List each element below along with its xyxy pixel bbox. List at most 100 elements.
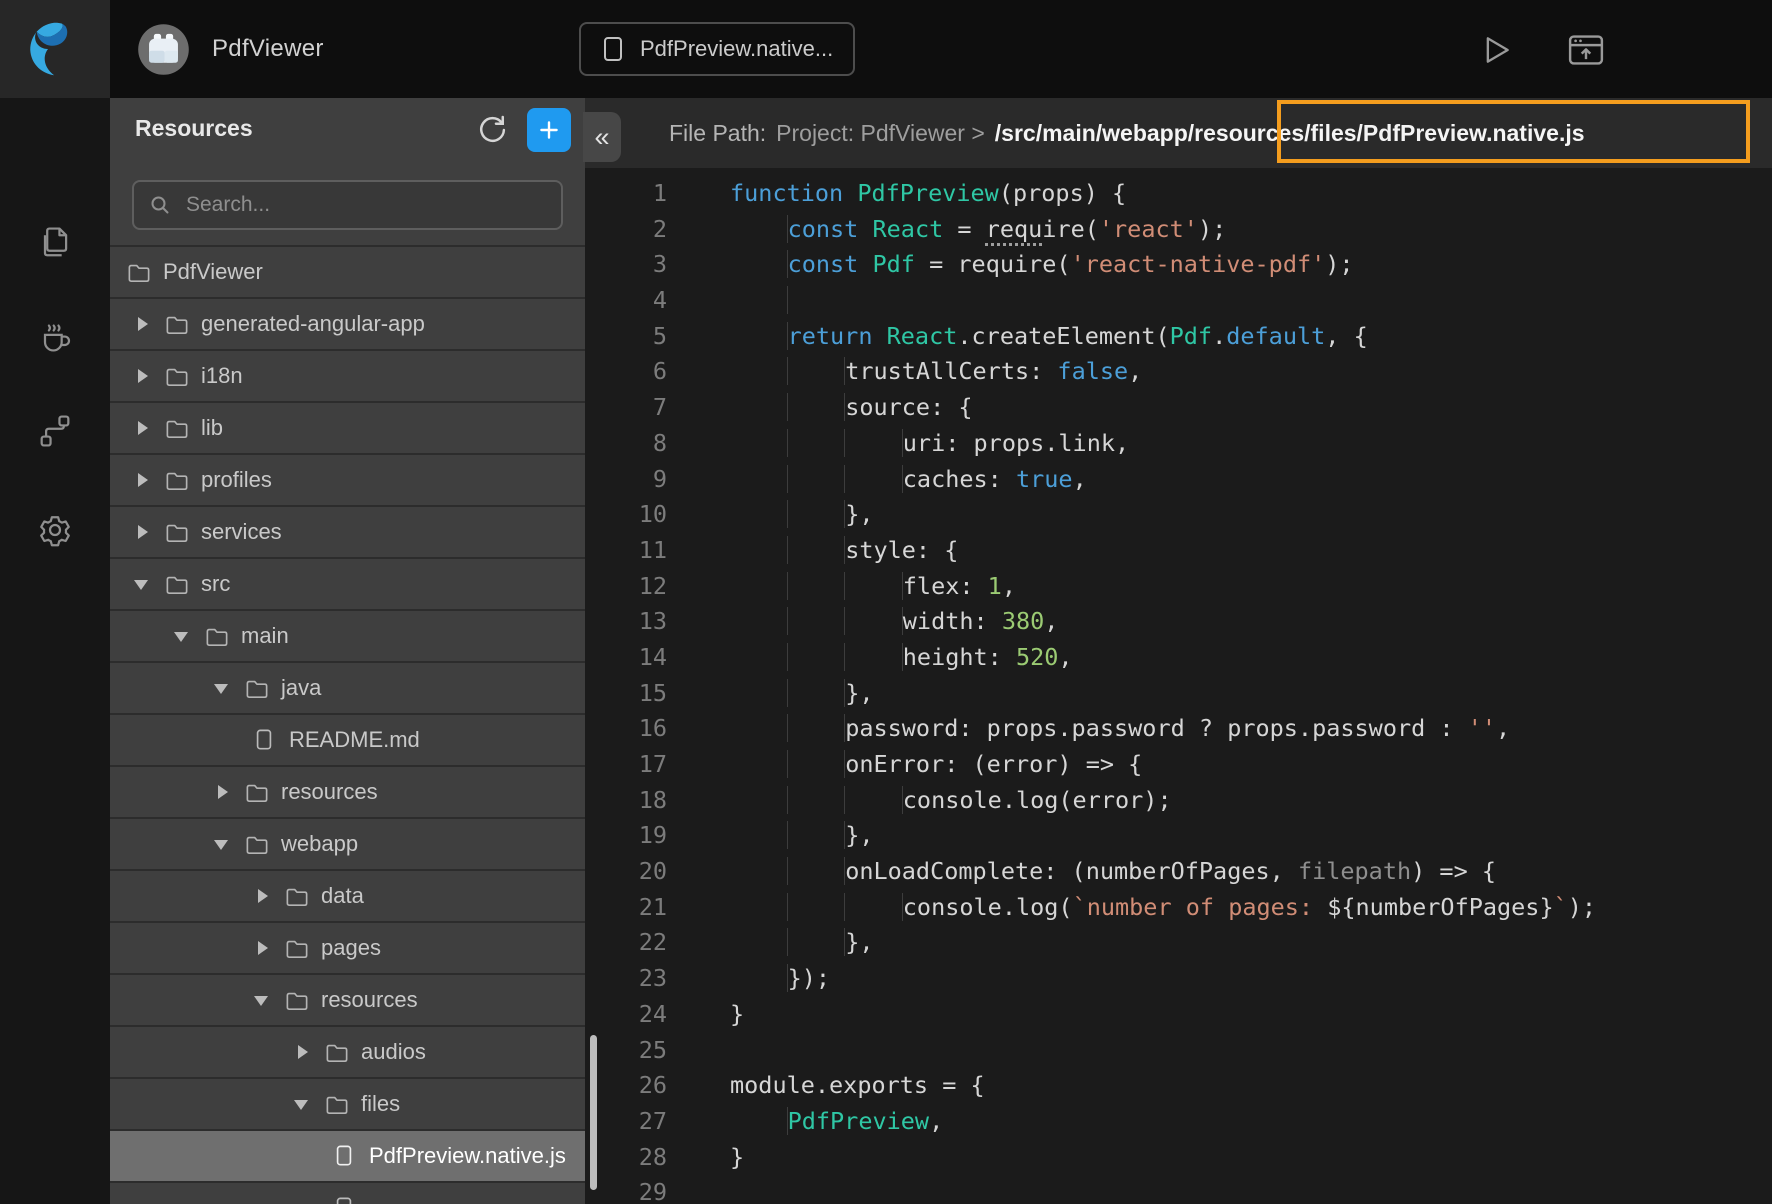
tree-item-label: README.md — [289, 727, 420, 753]
code-line[interactable]: 13 width: 380, — [585, 604, 1772, 640]
chevron-right-icon[interactable] — [133, 523, 151, 541]
code-line[interactable]: 17 onError: (error) => { — [585, 747, 1772, 783]
tree-item-resources[interactable]: resources — [110, 975, 585, 1027]
chevron-down-icon[interactable] — [293, 1095, 311, 1113]
code-line[interactable]: 7 source: { — [585, 390, 1772, 426]
chevron-right-icon[interactable] — [253, 939, 271, 957]
code-lines[interactable]: 1function PdfPreview(props) {2 const Rea… — [585, 168, 1772, 1204]
search-box — [132, 180, 563, 230]
line-number: 9 — [585, 462, 667, 498]
tree-item-pages[interactable]: pages — [110, 923, 585, 975]
chevron-right-icon[interactable] — [293, 1043, 311, 1061]
folder-icon — [285, 989, 309, 1011]
code-line[interactable]: 20 onLoadComplete: (numberOfPages, filep… — [585, 854, 1772, 890]
scrollbar-thumb[interactable] — [590, 1035, 597, 1190]
code-line[interactable]: 10 }, — [585, 497, 1772, 533]
refresh-button[interactable] — [473, 111, 511, 149]
tree-item-src[interactable]: src — [110, 559, 585, 611]
code-line[interactable]: 19 }, — [585, 818, 1772, 854]
chevron-double-left-icon: « — [594, 122, 609, 153]
tree-item-main[interactable]: main — [110, 611, 585, 663]
code-line[interactable]: 9 caches: true, — [585, 462, 1772, 498]
code-token: style: { — [845, 536, 958, 564]
tree-item-audios[interactable]: audios — [110, 1027, 585, 1079]
tree-item-generated-angular-app[interactable]: generated-angular-app — [110, 299, 585, 351]
wavemaker-logo[interactable] — [0, 0, 110, 98]
chevron-down-icon[interactable] — [213, 679, 231, 697]
tree-item-profiles[interactable]: profiles — [110, 455, 585, 507]
indent-guide — [788, 786, 846, 814]
code-line[interactable]: 3 const Pdf = require('react-native-pdf'… — [585, 247, 1772, 283]
code-token: '' — [1468, 714, 1496, 742]
code-line[interactable]: 24} — [585, 997, 1772, 1033]
code-line[interactable]: 4 — [585, 283, 1772, 319]
code-line[interactable]: 6 trustAllCerts: false, — [585, 354, 1772, 390]
indent-guide — [730, 714, 788, 742]
chevron-right-icon[interactable] — [133, 419, 151, 437]
code-token: const — [788, 250, 859, 278]
code-line[interactable]: 22 }, — [585, 925, 1772, 961]
code-line[interactable]: 14 height: 520, — [585, 640, 1772, 676]
code-line[interactable]: 16 password: props.password ? props.pass… — [585, 711, 1772, 747]
chevron-down-icon[interactable] — [253, 991, 271, 1009]
tree-item-lib[interactable]: lib — [110, 403, 585, 455]
indent-guide — [788, 714, 846, 742]
java-services-coffee-icon[interactable] — [35, 316, 75, 356]
tree-item-pdfpreview-native-js[interactable]: PdfPreview.native.js — [110, 1131, 585, 1183]
code-line[interactable]: 11 style: { — [585, 533, 1772, 569]
tree-item-resources[interactable]: resources — [110, 767, 585, 819]
code-token: onError: (error) => { — [845, 750, 1142, 778]
file-icon — [333, 1143, 357, 1169]
code-line[interactable]: 12 flex: 1, — [585, 569, 1772, 605]
code-token: filepath — [1298, 857, 1411, 885]
code-line[interactable]: 29 — [585, 1175, 1772, 1204]
code-line[interactable]: 18 console.log(error); — [585, 783, 1772, 819]
indent-guide — [730, 679, 788, 707]
code-token — [843, 179, 857, 207]
indent-guide — [730, 286, 788, 314]
chevron-down-icon[interactable] — [133, 575, 151, 593]
code-line[interactable]: 8 uri: props.link, — [585, 426, 1772, 462]
code-token: PdfPreview — [788, 1107, 929, 1135]
tree-item-i18n[interactable]: i18n — [110, 351, 585, 403]
apis-flow-icon[interactable] — [35, 411, 75, 451]
tree-item-pdfviewer[interactable]: PdfViewer — [110, 247, 585, 299]
chevron-right-icon[interactable] — [133, 471, 151, 489]
add-resource-button[interactable] — [527, 108, 571, 152]
tree-item-data[interactable]: data — [110, 871, 585, 923]
code-token: }, — [845, 821, 873, 849]
chevron-right-icon[interactable] — [133, 367, 151, 385]
code-line[interactable]: 15 }, — [585, 676, 1772, 712]
tree-item-java[interactable]: java — [110, 663, 585, 715]
pages-icon[interactable] — [35, 223, 75, 263]
code-line[interactable]: 1function PdfPreview(props) { — [585, 176, 1772, 212]
code-line[interactable]: 27 PdfPreview, — [585, 1104, 1772, 1140]
run-play-button[interactable] — [1472, 26, 1520, 74]
tree-item-partial[interactable] — [110, 1183, 585, 1204]
code-line[interactable]: 2 const React = require('react'); — [585, 212, 1772, 248]
chevron-right-icon[interactable] — [133, 315, 151, 333]
code-line[interactable]: 21 console.log(`number of pages: ${numbe… — [585, 890, 1772, 926]
chevron-down-icon[interactable] — [173, 627, 191, 645]
search-input[interactable] — [184, 192, 547, 218]
code-line[interactable]: 25 — [585, 1033, 1772, 1069]
code-token: , — [1002, 572, 1016, 600]
code-line[interactable]: 23 }); — [585, 961, 1772, 997]
code-line[interactable]: 26module.exports = { — [585, 1068, 1772, 1104]
settings-gear-icon[interactable] — [35, 510, 75, 550]
indent-guide — [730, 536, 788, 564]
tree-item-services[interactable]: services — [110, 507, 585, 559]
code-token: ${numberOfPages} — [1327, 893, 1553, 921]
chevron-down-icon[interactable] — [213, 835, 231, 853]
indent-guide — [788, 572, 846, 600]
publish-button[interactable] — [1562, 26, 1610, 74]
code-line[interactable]: 5 return React.createElement(Pdf.default… — [585, 319, 1772, 355]
open-file-tab[interactable]: PdfPreview.native... — [579, 22, 855, 76]
collapse-panel-button[interactable]: « — [583, 112, 621, 162]
tree-item-webapp[interactable]: webapp — [110, 819, 585, 871]
chevron-right-icon[interactable] — [253, 887, 271, 905]
tree-item-files[interactable]: files — [110, 1079, 585, 1131]
tree-item-readme-md[interactable]: README.md — [110, 715, 585, 767]
chevron-right-icon[interactable] — [213, 783, 231, 801]
code-line[interactable]: 28} — [585, 1140, 1772, 1176]
